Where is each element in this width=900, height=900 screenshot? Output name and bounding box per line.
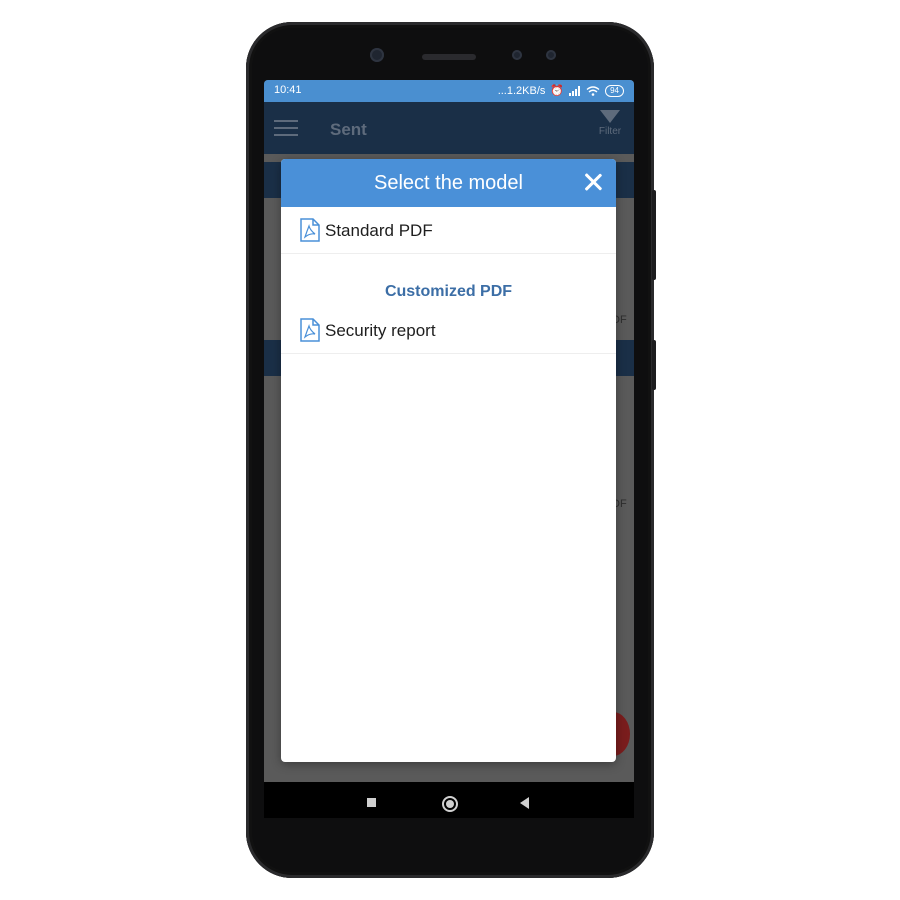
filter-label: Filter <box>598 126 622 137</box>
dialog-title: Select the model <box>374 172 523 194</box>
home-button[interactable] <box>442 796 458 812</box>
section-title-customized: Customized PDF <box>384 283 513 300</box>
filter-icon <box>600 110 620 123</box>
filter-button[interactable]: Filter <box>594 110 626 137</box>
wifi-icon <box>586 85 600 96</box>
hamburger-menu-icon[interactable] <box>274 120 298 136</box>
close-icon[interactable] <box>580 169 606 195</box>
model-item-security-report[interactable]: Security report <box>281 307 616 354</box>
select-model-dialog: Select the model Standard PDF Customized… <box>281 159 616 762</box>
pdf-file-icon <box>300 218 320 242</box>
recents-button[interactable] <box>367 798 376 807</box>
page-title: Sent <box>330 120 367 139</box>
alarm-icon: ⏰ <box>550 85 565 97</box>
power-button <box>652 340 656 390</box>
status-time: 10:41 <box>274 84 302 96</box>
back-button[interactable] <box>520 797 529 809</box>
earpiece-speaker <box>422 54 476 60</box>
model-item-label: Security report <box>325 321 436 340</box>
light-sensor <box>546 50 556 60</box>
proximity-sensor <box>512 50 522 60</box>
network-speed: ...1.2KB/s <box>497 84 546 97</box>
front-camera <box>370 48 384 62</box>
model-item-label: Standard PDF <box>325 221 433 240</box>
pdf-file-icon <box>300 318 320 342</box>
status-icons: ...1.2KB/s ⏰ 94 <box>498 84 624 97</box>
dialog-header: Select the model <box>281 159 616 207</box>
volume-button <box>652 190 656 280</box>
status-bar: 10:41 ...1.2KB/s ⏰ 94 <box>264 80 634 102</box>
model-item-standard-pdf[interactable]: Standard PDF <box>281 207 616 254</box>
signal-icon <box>569 85 581 96</box>
battery-icon: 94 <box>605 84 624 97</box>
app-bar: Sent Filter <box>264 102 634 154</box>
system-nav-bar <box>264 782 634 818</box>
